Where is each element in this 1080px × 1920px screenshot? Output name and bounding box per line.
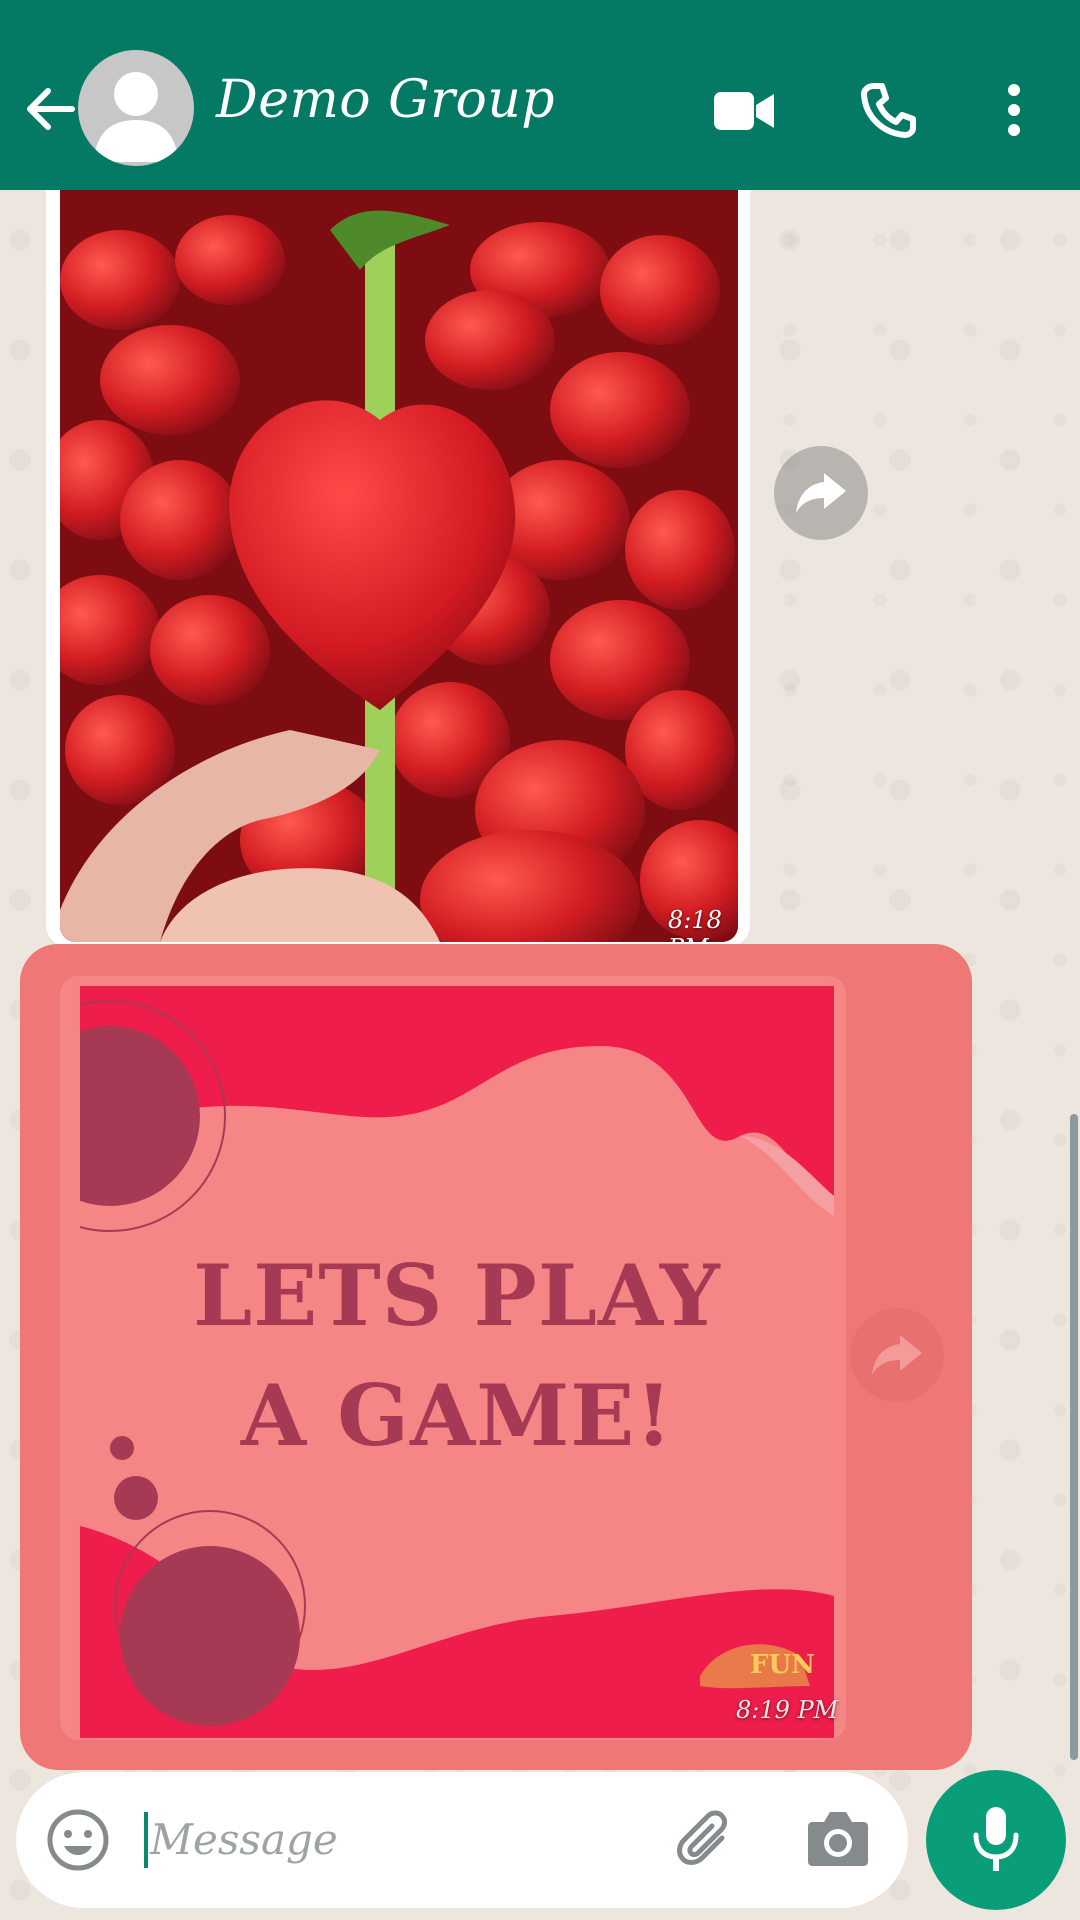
avatar-icon <box>94 72 178 162</box>
chat-header: Demo Group <box>0 0 1080 190</box>
scrollbar[interactable] <box>1070 1114 1078 1760</box>
strawberry-image <box>60 190 738 942</box>
message-input[interactable]: Message <box>150 1815 338 1864</box>
selected-message-overlay[interactable]: FUN LETS PLAY A GAME! 8:19 PM <box>20 944 972 1770</box>
chat-title[interactable]: Demo Group <box>216 70 555 130</box>
forward-icon[interactable] <box>850 1308 944 1402</box>
camera-icon[interactable] <box>806 1808 870 1868</box>
avatar[interactable] <box>78 50 194 166</box>
attach-icon[interactable] <box>676 1810 740 1874</box>
mic-icon <box>973 1807 1019 1871</box>
strawberry-photo[interactable]: 8:18 PM <box>60 190 738 942</box>
more-vert-icon[interactable] <box>1004 84 1024 136</box>
image-message-bubble[interactable]: 8:18 PM <box>46 190 750 947</box>
mic-button[interactable] <box>926 1770 1066 1910</box>
text-caret <box>144 1812 148 1868</box>
game-image: FUN <box>80 986 834 1738</box>
message-time: 8:18 PM <box>668 906 722 942</box>
svg-text:FUN: FUN <box>750 1650 815 1680</box>
forward-icon[interactable] <box>774 446 868 540</box>
game-caption-line-2: A GAME! <box>240 1366 674 1465</box>
video-call-icon[interactable] <box>712 88 776 134</box>
back-arrow-icon[interactable] <box>22 82 76 136</box>
phone-call-icon[interactable] <box>860 82 916 138</box>
game-caption-line-1: LETS PLAY <box>193 1246 721 1345</box>
message-time: 8:19 PM <box>736 1696 839 1724</box>
emoji-icon[interactable] <box>46 1808 110 1872</box>
game-image-message-bubble[interactable]: FUN LETS PLAY A GAME! 8:19 PM <box>60 976 846 1740</box>
